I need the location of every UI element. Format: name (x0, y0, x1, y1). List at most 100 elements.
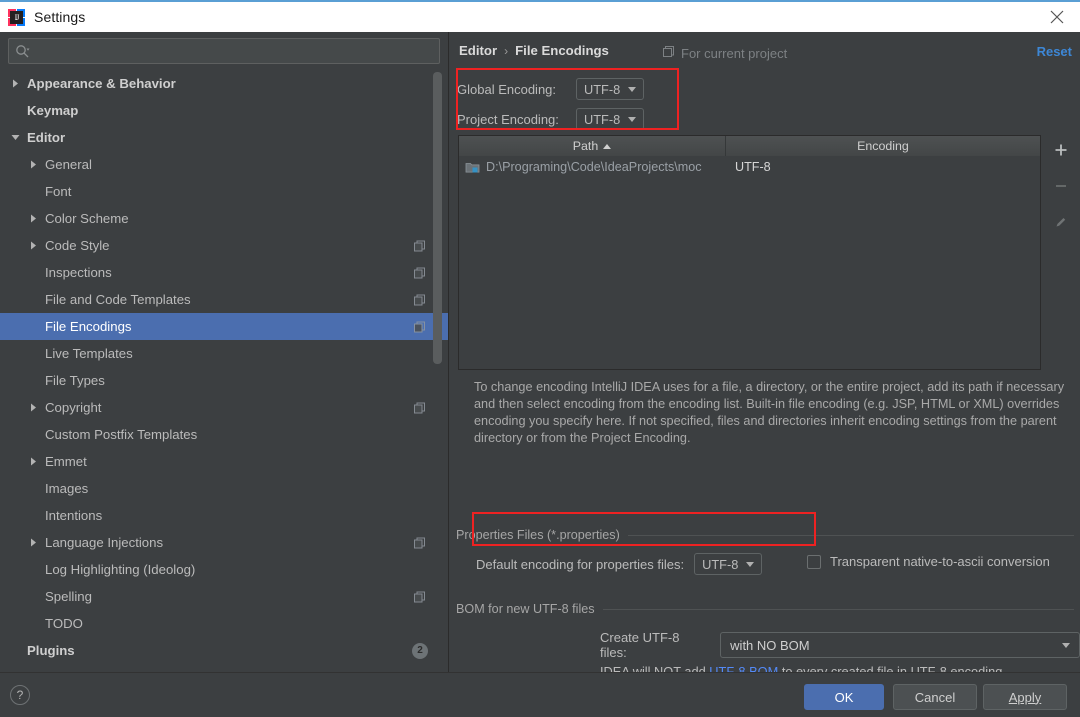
help-button[interactable]: ? (10, 685, 30, 705)
bom-section-header: BOM for new UTF-8 files (456, 602, 1074, 616)
sidebar-item-label: General (45, 157, 92, 172)
transparent-conversion-checkbox[interactable] (807, 554, 821, 569)
search-box[interactable] (8, 38, 440, 64)
intellij-idea-logo-icon: IJ (8, 8, 25, 26)
sidebar-scrollbar[interactable] (433, 72, 442, 668)
sidebar-item-keymap[interactable]: Keymap (0, 97, 448, 124)
table-row[interactable]: D:\Programing\Code\IdeaProjects\moc UTF-… (459, 156, 1040, 178)
edit-button[interactable] (1049, 211, 1073, 233)
close-icon[interactable] (1034, 2, 1080, 32)
create-utf8-files-label: Create UTF-8 files: (600, 630, 680, 660)
sidebar-item-label: File and Code Templates (45, 292, 191, 307)
global-encoding-value: UTF-8 (584, 81, 621, 97)
sidebar-item-todo[interactable]: TODO (0, 610, 448, 637)
settings-sidebar: Appearance & Behavior Keymap Editor General… (0, 32, 449, 672)
sidebar-item-badge: 2 (412, 642, 428, 659)
sidebar-item-emmet[interactable]: Emmet (0, 448, 448, 475)
chevron-down-icon (628, 86, 637, 92)
apply-button[interactable]: Apply (983, 684, 1067, 710)
copy-config-icon (413, 266, 426, 279)
sidebar-item-code-style[interactable]: Code Style (0, 232, 448, 259)
chevron-right-icon[interactable] (28, 213, 39, 224)
breadcrumb-parent[interactable]: Editor (459, 43, 497, 58)
chevron-right-icon[interactable] (28, 159, 39, 170)
breadcrumb-current: File Encodings (515, 43, 609, 58)
sidebar-item-label: Inspections (45, 265, 112, 280)
column-header-path[interactable]: Path (459, 136, 726, 156)
section-divider (627, 534, 1074, 536)
dialog-footer: ? OK Cancel Apply (0, 672, 1080, 717)
global-encoding-label: Global Encoding: (457, 81, 557, 97)
sidebar-item-color-scheme[interactable]: Color Scheme (0, 205, 448, 232)
bom-section-title: BOM for new UTF-8 files (456, 602, 595, 616)
sidebar-item-log-highlighting-ideolog[interactable]: Log Highlighting (Ideolog) (0, 556, 448, 583)
file-encodings-panel: Editor › File Encodings For current proj… (450, 32, 1080, 679)
sidebar-item-inspections[interactable]: Inspections (0, 259, 448, 286)
chevron-right-icon[interactable] (28, 402, 39, 413)
sidebar-item-file-types[interactable]: File Types (0, 367, 448, 394)
sidebar-item-plugins[interactable]: Plugins 2 (0, 637, 448, 664)
sidebar-item-language-injections[interactable]: Language Injections (0, 529, 448, 556)
project-encoding-row: Project Encoding: UTF-8 (457, 104, 645, 134)
encoding-fields: Global Encoding: UTF-8 Project Encoding:… (457, 74, 645, 134)
sidebar-item-file-encodings[interactable]: File Encodings (0, 313, 448, 340)
global-encoding-row: Global Encoding: UTF-8 (457, 74, 645, 104)
breadcrumb: Editor › File Encodings (459, 43, 609, 58)
encodings-table[interactable]: Path Encoding D:\Programing\Code\IdeaPro… (458, 135, 1041, 370)
sidebar-scrollbar-thumb[interactable] (433, 72, 442, 364)
sidebar-item-label: File Types (45, 373, 105, 388)
add-button[interactable] (1049, 139, 1073, 161)
sidebar-item-label: Appearance & Behavior (27, 76, 176, 91)
search-icon (15, 44, 30, 59)
sidebar-item-intentions[interactable]: Intentions (0, 502, 448, 529)
transparent-conversion-row[interactable]: Transparent native-to-ascii conversion (807, 554, 1050, 569)
chevron-right-icon[interactable] (10, 78, 21, 89)
project-encoding-dropdown[interactable]: UTF-8 (576, 108, 645, 130)
apply-button-label: Apply (1008, 689, 1042, 705)
sidebar-item-label: File Encodings (45, 319, 132, 334)
folder-icon (465, 161, 480, 174)
chevron-down-icon[interactable] (10, 132, 21, 143)
sidebar-item-copyright[interactable]: Copyright (0, 394, 448, 421)
section-divider (602, 608, 1074, 610)
default-properties-encoding-dropdown[interactable]: UTF-8 (694, 553, 763, 575)
sidebar-item-custom-postfix-templates[interactable]: Custom Postfix Templates (0, 421, 448, 448)
search-input[interactable] (34, 44, 433, 58)
copy-config-icon (413, 536, 426, 549)
properties-section-title: Properties Files (*.properties) (456, 528, 620, 542)
table-toolbar (1041, 135, 1080, 370)
sidebar-item-images[interactable]: Images (0, 475, 448, 502)
chevron-right-icon[interactable] (28, 456, 39, 467)
window-title-bar: IJ Settings (0, 0, 1080, 32)
global-encoding-dropdown[interactable]: UTF-8 (576, 78, 645, 100)
sidebar-item-spelling[interactable]: Spelling (0, 583, 448, 610)
sidebar-item-label: Code Style (45, 238, 110, 253)
sidebar-item-font[interactable]: Font (0, 178, 448, 205)
sidebar-item-label: Emmet (45, 454, 87, 469)
cancel-button[interactable]: Cancel (893, 684, 977, 710)
settings-tree[interactable]: Appearance & Behavior Keymap Editor General… (0, 70, 448, 672)
project-encoding-label: Project Encoding: (457, 111, 559, 127)
chevron-right-icon[interactable] (28, 537, 39, 548)
chevron-right-icon[interactable] (28, 240, 39, 251)
remove-button[interactable] (1049, 175, 1073, 197)
sidebar-item-file-and-code-templates[interactable]: File and Code Templates (0, 286, 448, 313)
column-header-encoding-label: Encoding (857, 139, 909, 153)
sidebar-item-general[interactable]: General (0, 151, 448, 178)
sidebar-item-label: Plugins (27, 643, 75, 658)
sidebar-item-appearance-behavior[interactable]: Appearance & Behavior (0, 70, 448, 97)
window-title: Settings (34, 9, 86, 25)
chevron-down-icon (746, 561, 755, 567)
column-header-encoding[interactable]: Encoding (726, 136, 1040, 156)
reset-link[interactable]: Reset (1037, 44, 1072, 59)
sidebar-item-label: Font (45, 184, 72, 199)
sidebar-item-live-templates[interactable]: Live Templates (0, 340, 448, 367)
sidebar-item-editor[interactable]: Editor (0, 124, 448, 151)
copy-config-icon (662, 45, 675, 61)
ok-button[interactable]: OK (804, 684, 884, 710)
sidebar-item-label: Language Injections (45, 535, 164, 550)
copy-config-icon (413, 320, 426, 333)
copy-config-icon (413, 590, 426, 603)
create-utf8-files-dropdown[interactable]: with NO BOM (720, 632, 1080, 658)
for-current-project-label: For current project (681, 45, 788, 61)
